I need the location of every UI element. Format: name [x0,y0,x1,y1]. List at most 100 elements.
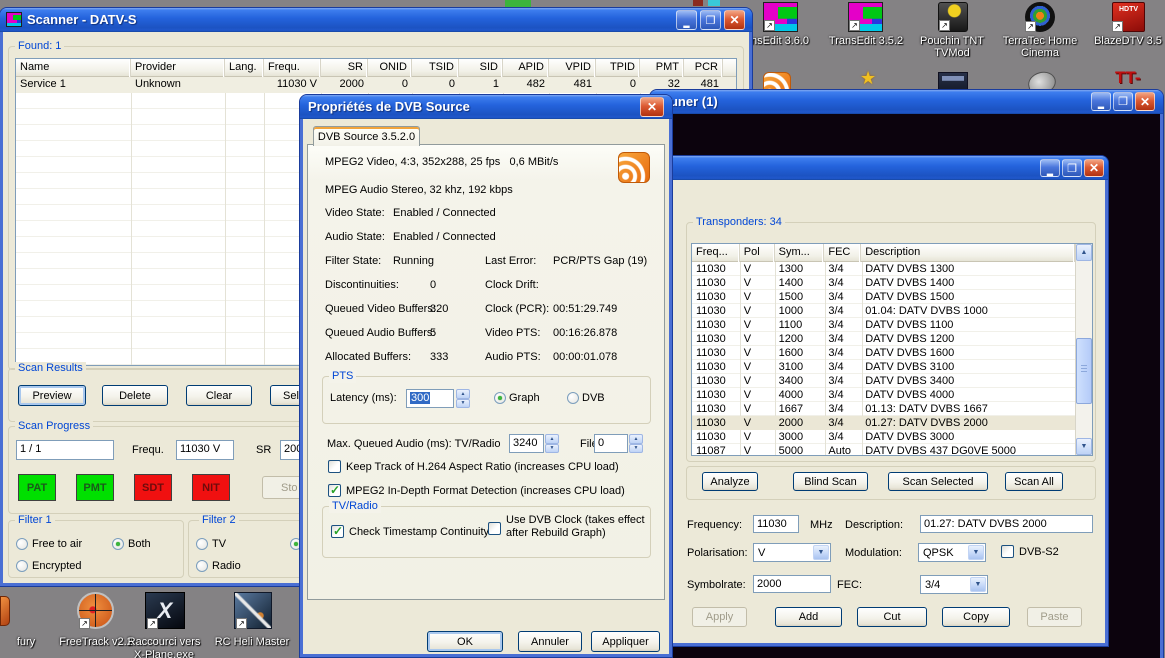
table-row[interactable]: 11030V16673/401.13: DATV DVBS 1667 [692,402,1075,416]
table-row[interactable]: 11030V34003/4DATV DVBS 3400 [692,374,1075,388]
table-row[interactable]: 11087V5000AutoDATV DVBS 437 DG0VE 5000 [692,444,1075,456]
add-button[interactable]: Add [775,607,842,627]
use-dvb-clock-checkbox[interactable] [488,522,501,535]
frequ-field[interactable]: 11030 V [176,440,234,460]
desktop-icon-label[interactable]: BlazeDTV 3.5 [1073,35,1165,47]
column-header[interactable]: SR [321,59,368,77]
scan-selected-button[interactable]: Scan Selected [888,472,988,491]
latency-stepper[interactable] [456,389,470,408]
technotrend-icon[interactable]: TT- [1115,68,1141,88]
maximize-button[interactable] [700,10,721,30]
table-row[interactable]: 11030V14003/4DATV DVBS 1400 [692,276,1075,290]
close-button[interactable] [1135,92,1155,111]
column-header[interactable]: Name [16,59,131,77]
maximize-button[interactable] [1062,159,1082,177]
table-row[interactable]: Service 1Unknown11030 V20000014824810324… [16,77,736,93]
vertical-scrollbar[interactable] [1075,244,1092,455]
graph-label[interactable]: Graph [509,392,540,404]
paste-button[interactable]: Paste [1027,607,1082,627]
column-header[interactable]: SID [459,59,503,77]
timestamp-continuity-label[interactable]: Check Timestamp Continuity [349,526,489,538]
encrypted-label[interactable]: Encrypted [32,560,82,572]
table-row[interactable]: 11030V10003/401.04: DATV DVBS 1000 [692,304,1075,318]
column-header[interactable]: Description [861,244,1075,262]
scroll-up-icon[interactable] [1076,244,1092,261]
copy-button[interactable]: Copy [942,607,1010,627]
close-button[interactable] [724,10,745,30]
dvb-radio[interactable] [567,392,579,404]
mpeg2-indepth-checkbox[interactable] [328,484,341,497]
tv-radio[interactable] [196,538,208,550]
table-row[interactable]: 11030V12003/4DATV DVBS 1200 [692,332,1075,346]
free-to-air-label[interactable]: Free to air [32,538,82,550]
ok-button[interactable]: OK [427,631,503,652]
tab-dvb-source[interactable]: DVB Source 3.5.2.0 [313,126,420,146]
latency-field[interactable]: 300 [406,389,454,408]
free-to-air-radio[interactable] [16,538,28,550]
polarisation-dropdown[interactable]: V [753,543,831,562]
close-button[interactable] [1084,159,1104,177]
blind-scan-button[interactable]: Blind Scan [793,472,868,491]
scroll-down-icon[interactable] [1076,438,1092,455]
column-header[interactable]: Lang. [225,59,264,77]
column-header[interactable]: ONID [368,59,412,77]
column-header[interactable]: Provider [131,59,225,77]
both-radio[interactable] [112,538,124,550]
table-row[interactable]: 11030V15003/4DATV DVBS 1500 [692,290,1075,304]
apply-button[interactable]: Appliquer [591,631,660,652]
preview-button[interactable]: Preview [18,385,86,406]
desktop-icon-label[interactable]: RC Heli Master [192,636,312,648]
scan-all-button[interactable]: Scan All [1005,472,1063,491]
h264-aspect-label[interactable]: Keep Track of H.264 Aspect Ratio (increa… [346,461,619,473]
maximize-button[interactable] [1113,92,1133,111]
mpeg2-indepth-label[interactable]: MPEG2 In-Depth Format Detection (increas… [346,485,625,497]
column-header[interactable]: PCR [684,59,723,77]
minimize-button[interactable] [676,10,697,30]
chevron-down-icon[interactable] [813,545,829,560]
max-queued-audio-stepper[interactable] [545,434,559,453]
close-button[interactable] [640,97,664,117]
dvb-label[interactable]: DVB [582,392,605,404]
both-label[interactable]: Both [128,538,151,550]
description-field[interactable]: 01.27: DATV DVBS 2000 [920,515,1093,533]
table-row[interactable]: 11030V16003/4DATV DVBS 1600 [692,346,1075,360]
table-row[interactable]: 11030V31003/4DATV DVBS 3100 [692,360,1075,374]
column-header[interactable]: VPID [549,59,596,77]
column-header[interactable]: Frequ. [264,59,321,77]
editor-titlebar[interactable] [658,156,1108,180]
column-header[interactable]: Freq... [692,244,740,262]
cancel-button[interactable]: Annuler [518,631,582,652]
column-header[interactable]: PMT [640,59,684,77]
frequency-field[interactable]: 11030 [753,515,799,533]
column-header[interactable]: Sym... [775,244,825,262]
column-header[interactable]: APID [503,59,549,77]
symbolrate-field[interactable]: 2000 [753,575,831,593]
chevron-down-icon[interactable] [970,577,986,592]
column-header[interactable]: FEC [824,244,861,262]
minimize-button[interactable] [1091,92,1111,111]
radio-radio[interactable] [196,560,208,572]
table-row[interactable]: 11030V13003/4DATV DVBS 1300 [692,262,1075,276]
table-row[interactable]: 11030V30003/4DATV DVBS 3000 [692,430,1075,444]
column-header[interactable]: Pol [740,244,775,262]
table-row[interactable]: 11030V20003/401.27: DATV DVBS 2000 [692,416,1075,430]
clear-button[interactable]: Clear [186,385,252,406]
apply-button[interactable]: Apply [692,607,747,627]
max-queued-audio-field[interactable]: 3240 [509,434,544,453]
tuner-titlebar[interactable]: Tuner (1) [650,90,1163,114]
file-stepper[interactable] [629,434,643,453]
scanner-titlebar[interactable]: Scanner - DATV-S [0,8,752,32]
delete-button[interactable]: Delete [102,385,168,406]
fec-dropdown[interactable]: 3/4 [920,575,988,594]
progress-field[interactable]: 1 / 1 [16,440,114,460]
table-row[interactable]: 11030V11003/4DATV DVBS 1100 [692,318,1075,332]
file-field[interactable]: 0 [594,434,628,453]
column-header[interactable]: TSID [412,59,459,77]
encrypted-radio[interactable] [16,560,28,572]
use-dvb-clock-label-1[interactable]: Use DVB Clock (takes effect [506,514,645,526]
analyze-button[interactable]: Analyze [702,472,758,491]
cut-button[interactable]: Cut [857,607,927,627]
scrollbar-thumb[interactable] [1076,338,1092,404]
dvbs2-checkbox[interactable] [1001,545,1014,558]
use-dvb-clock-label-2[interactable]: after Rebuild Graph) [506,527,606,539]
